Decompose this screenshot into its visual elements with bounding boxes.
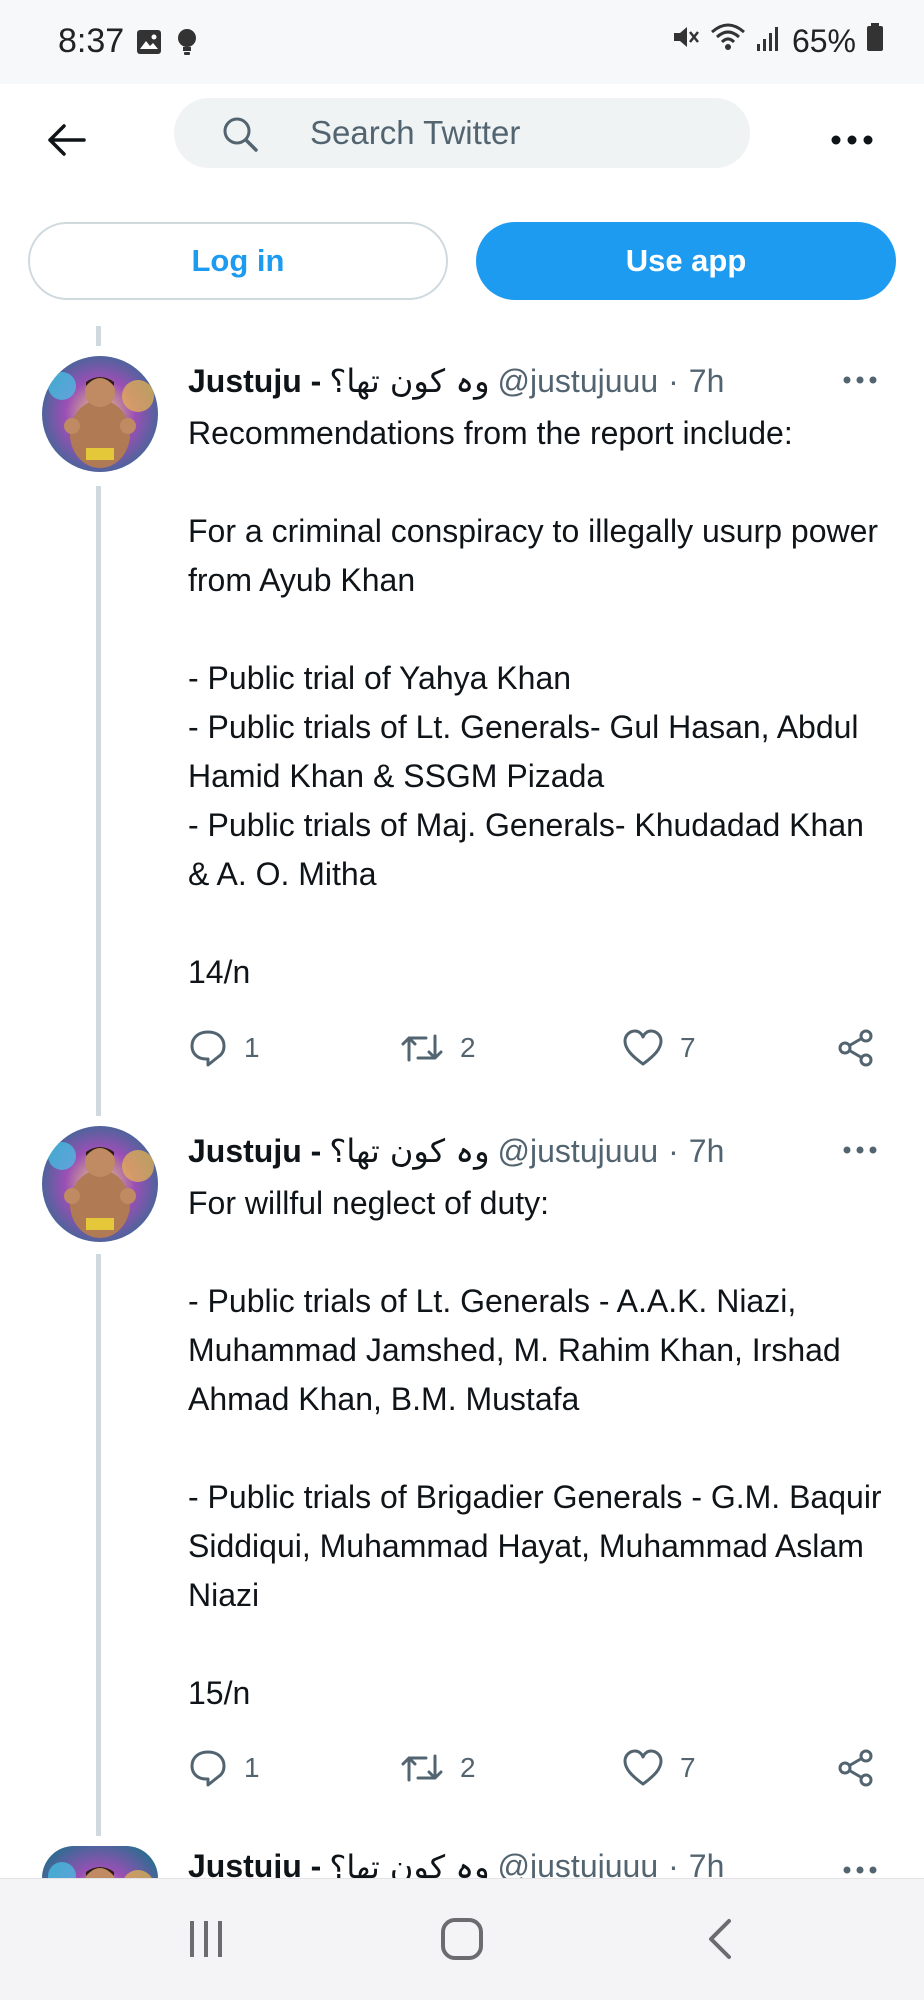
share-icon xyxy=(838,1749,873,1787)
heart-icon xyxy=(623,1029,663,1066)
status-time: 8:37 xyxy=(58,22,125,60)
wifi-icon xyxy=(710,22,746,60)
more-dots-icon xyxy=(843,1146,877,1154)
tweet-time[interactable]: 7h xyxy=(689,1133,725,1170)
bulb-icon xyxy=(176,28,198,61)
search-box[interactable] xyxy=(174,98,750,168)
tweet-more-button[interactable] xyxy=(840,370,880,390)
back-icon xyxy=(709,1919,731,1959)
retweet-icon xyxy=(401,1754,443,1782)
author-name[interactable]: Justuju - xyxy=(188,363,321,400)
reply-count: 1 xyxy=(244,1752,260,1783)
author-urdu-name[interactable]: وہ کون تھا؟ xyxy=(329,1132,489,1170)
retweet-count: 2 xyxy=(460,1752,476,1783)
more-dots-icon xyxy=(843,376,877,384)
login-button[interactable]: Log in xyxy=(28,222,448,300)
author-urdu-name[interactable]: وہ کون تھا؟ xyxy=(329,1848,489,1878)
reply-button[interactable]: 1 xyxy=(188,1743,260,1793)
like-count: 7 xyxy=(680,1752,696,1783)
search-icon xyxy=(222,116,258,157)
battery-text: 65% xyxy=(791,22,856,59)
mute-icon xyxy=(670,22,700,60)
tweet-time[interactable]: 7h xyxy=(689,1848,725,1878)
heart-icon xyxy=(623,1749,663,1786)
tweet-more-button[interactable] xyxy=(840,1862,880,1878)
image-icon xyxy=(136,29,162,60)
reply-icon xyxy=(190,1750,226,1787)
search-input[interactable] xyxy=(310,98,730,168)
signal-icon xyxy=(756,23,782,60)
reply-count: 1 xyxy=(244,1032,260,1063)
back-button[interactable] xyxy=(40,114,92,166)
share-icon xyxy=(838,1029,873,1067)
like-count: 7 xyxy=(680,1032,696,1063)
tweet-text: Recommendations from the report include:… xyxy=(188,415,879,990)
retweet-icon xyxy=(401,1034,443,1062)
status-bar: 8:37 65% xyxy=(0,0,924,84)
arrow-left-icon xyxy=(48,124,86,156)
share-button[interactable] xyxy=(836,1023,876,1073)
avatar[interactable] xyxy=(42,1126,158,1242)
system-back-button[interactable] xyxy=(694,1911,746,1967)
avatar[interactable] xyxy=(42,356,158,472)
author-name[interactable]: Justuju - xyxy=(188,1133,321,1170)
more-options-button[interactable] xyxy=(826,120,878,160)
author-handle[interactable]: @justujuuu xyxy=(498,363,659,400)
thread-line-top xyxy=(96,326,101,346)
author-handle[interactable]: @justujuuu xyxy=(498,1848,659,1878)
battery-icon xyxy=(866,22,884,60)
reply-icon xyxy=(190,1030,226,1067)
retweet-button[interactable]: 2 xyxy=(400,1743,476,1793)
tweet-actions: 1 2 7 xyxy=(188,1023,888,1073)
author-handle[interactable]: @justujuuu xyxy=(498,1133,659,1170)
like-button[interactable]: 7 xyxy=(622,1023,696,1073)
home-icon xyxy=(441,1918,483,1960)
separator-dot: · xyxy=(668,362,679,399)
share-button[interactable] xyxy=(836,1743,876,1793)
separator-dot: · xyxy=(668,1132,679,1169)
separator-dot: · xyxy=(668,1848,679,1878)
home-button[interactable] xyxy=(436,1911,488,1967)
tweet-text: For willful neglect of duty: - Public tr… xyxy=(188,1185,882,1711)
tweet-header: Justuju - وہ کون تھا؟ @justujuuu · 7h xyxy=(188,358,724,404)
retweet-count: 2 xyxy=(460,1032,476,1063)
more-dots-icon xyxy=(843,1866,877,1874)
thread-line xyxy=(96,486,101,1116)
author-name[interactable]: Justuju - xyxy=(188,1848,321,1878)
tweet-header: Justuju - وہ کون تھا؟ @justujuuu · 7h xyxy=(188,1848,724,1878)
system-nav-bar xyxy=(0,1878,924,2000)
tweet-actions: 1 2 7 xyxy=(188,1743,888,1793)
more-dots-icon xyxy=(831,135,873,145)
retweet-button[interactable]: 2 xyxy=(400,1023,476,1073)
thread-line xyxy=(96,1254,101,1836)
tweet-header: Justuju - وہ کون تھا؟ @justujuuu · 7h xyxy=(188,1128,724,1174)
like-button[interactable]: 7 xyxy=(622,1743,696,1793)
reply-button[interactable]: 1 xyxy=(188,1023,260,1073)
tweet-time[interactable]: 7h xyxy=(689,363,725,400)
author-urdu-name[interactable]: وہ کون تھا؟ xyxy=(329,362,489,400)
tweet-more-button[interactable] xyxy=(840,1140,880,1160)
recents-button[interactable] xyxy=(180,1911,232,1967)
auth-row: Log in Use app xyxy=(0,222,924,302)
avatar[interactable] xyxy=(42,1846,158,1878)
use-app-button[interactable]: Use app xyxy=(476,222,896,300)
recents-icon xyxy=(190,1921,222,1957)
